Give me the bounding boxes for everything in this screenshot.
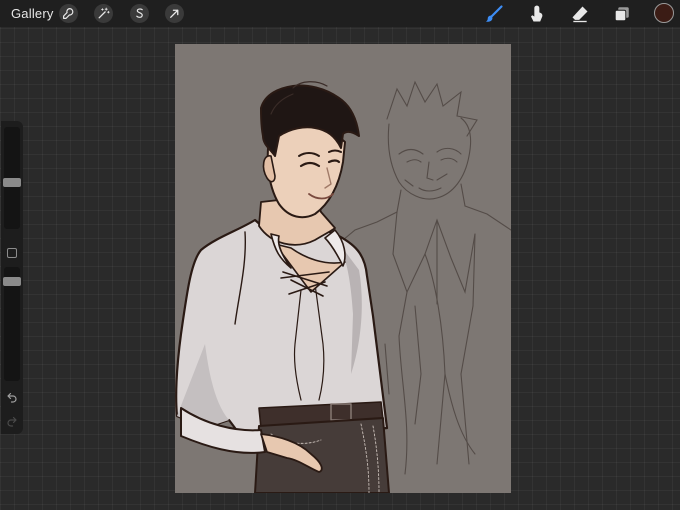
opacity-slider[interactable] bbox=[3, 267, 21, 381]
selection-s-icon bbox=[136, 8, 143, 18]
left-sidebar bbox=[1, 121, 23, 434]
opacity-thumb[interactable] bbox=[3, 277, 21, 286]
smudge-finger-icon bbox=[531, 5, 543, 22]
drawing-canvas[interactable] bbox=[175, 44, 511, 493]
paint-brush-button[interactable] bbox=[483, 3, 505, 25]
redo-arrow-icon bbox=[7, 416, 17, 427]
undo-arrow-icon bbox=[7, 392, 17, 403]
arrow-cursor-icon bbox=[170, 9, 179, 18]
redo-button[interactable] bbox=[4, 413, 20, 429]
wrench-icon bbox=[63, 8, 74, 19]
actions-button[interactable] bbox=[59, 4, 78, 23]
illustration-artwork bbox=[175, 80, 511, 493]
magic-wand-icon bbox=[98, 7, 110, 19]
undo-button[interactable] bbox=[4, 389, 20, 405]
brush-size-thumb[interactable] bbox=[3, 178, 21, 187]
layers-icon bbox=[614, 7, 629, 22]
brush-icon bbox=[485, 5, 503, 22]
gallery-button[interactable]: Gallery bbox=[11, 6, 54, 21]
transform-button[interactable] bbox=[165, 4, 184, 23]
eraser-button[interactable] bbox=[569, 3, 591, 25]
smudge-button[interactable] bbox=[525, 3, 547, 25]
top-toolbar: Gallery bbox=[0, 0, 680, 27]
brush-size-slider[interactable] bbox=[3, 127, 21, 229]
main-figure bbox=[175, 81, 390, 493]
eraser-icon bbox=[572, 6, 588, 23]
adjustments-button[interactable] bbox=[94, 4, 113, 23]
selection-button[interactable] bbox=[130, 4, 149, 23]
modify-button[interactable] bbox=[7, 248, 17, 258]
layers-button[interactable] bbox=[611, 3, 633, 25]
color-picker-button[interactable] bbox=[654, 3, 674, 23]
